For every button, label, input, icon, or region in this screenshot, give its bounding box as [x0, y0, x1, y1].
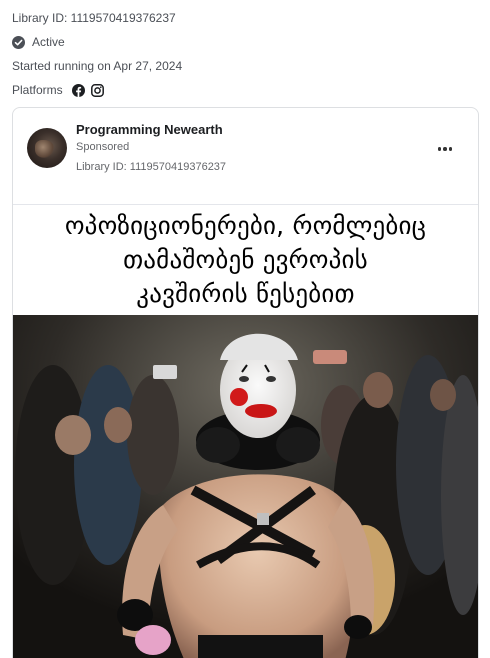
dot: [443, 147, 447, 151]
platforms-label: Platforms: [12, 83, 63, 97]
caption-text: ოპოზიციონერები, რომლებიც თამაშობენ ევროპ…: [65, 209, 426, 311]
sponsored-label: Sponsored: [76, 141, 130, 153]
status-text: Active: [32, 35, 65, 49]
status-row: Active: [12, 35, 65, 49]
dot: [437, 147, 442, 151]
dot: [448, 147, 453, 151]
more-options-button[interactable]: [434, 142, 456, 156]
ad-card: Programming Newearth Sponsored Library I…: [12, 107, 479, 658]
caption-line: თამაშობენ ევროპის: [123, 245, 368, 274]
advertiser-avatar[interactable]: [27, 128, 67, 168]
instagram-icon: [90, 83, 104, 97]
caption-line: კავშირის წესებით: [136, 279, 355, 308]
caption-line: ოპოზიციონერები, რომლებიც: [64, 211, 427, 240]
creative-photo: [13, 315, 478, 658]
ad-creative[interactable]: ოპოზიციონერები, რომლებიც თამაშობენ ევროპ…: [13, 204, 478, 658]
creative-caption: ოპოზიციონერები, რომლებიც თამაშობენ ევროპ…: [13, 204, 478, 315]
started-date: Started running on Apr 27, 2024: [12, 59, 183, 73]
platforms-row: Platforms: [12, 83, 104, 97]
library-id: Library ID: 1119570419376237: [12, 11, 176, 25]
facebook-icon: [71, 83, 85, 97]
check-circle-icon: [12, 35, 25, 49]
card-library-id: Library ID: 1119570419376237: [76, 161, 227, 173]
advertiser-name[interactable]: Programming Newearth: [76, 122, 223, 137]
